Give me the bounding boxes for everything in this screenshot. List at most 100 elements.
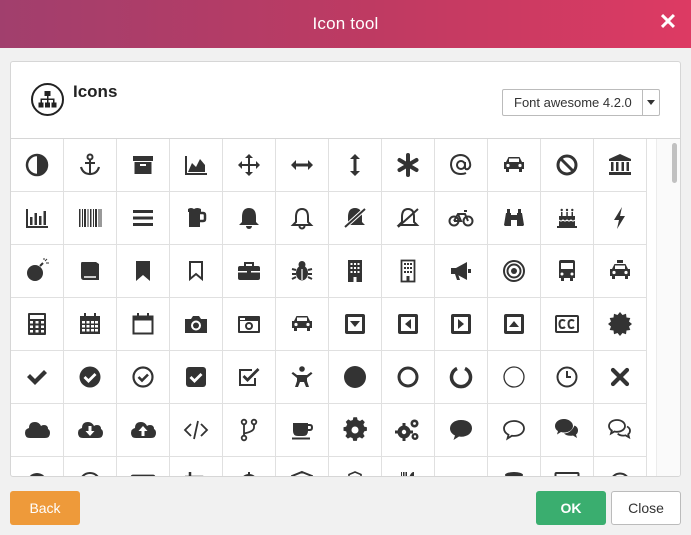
icon-cell-arrows-v[interactable] — [329, 139, 382, 192]
icon-cell-bell-o[interactable] — [276, 192, 329, 245]
close-button[interactable]: Close — [611, 491, 681, 525]
icon-cell-cubes[interactable] — [329, 457, 382, 476]
icon-cell-clock-o[interactable] — [541, 351, 594, 404]
check-square-icon — [183, 364, 209, 390]
icon-cell-certificate[interactable] — [594, 298, 647, 351]
icon-cell-check-square-o[interactable] — [223, 351, 276, 404]
book-icon — [77, 258, 103, 284]
icon-cell-close[interactable] — [594, 351, 647, 404]
ok-button[interactable]: OK — [536, 491, 606, 525]
icon-cell-bank[interactable] — [594, 139, 647, 192]
icon-cell-camera-retro[interactable] — [223, 298, 276, 351]
icon-cell-cube[interactable] — [276, 457, 329, 476]
icon-cell-code-fork[interactable] — [223, 404, 276, 457]
icon-cell-at[interactable] — [435, 139, 488, 192]
icon-cell-circle-o[interactable] — [382, 351, 435, 404]
icon-cell-bullseye[interactable] — [488, 245, 541, 298]
icon-cell-check-circle-o[interactable] — [117, 351, 170, 404]
icon-cell-bookmark-o[interactable] — [170, 245, 223, 298]
icon-cell-comment[interactable] — [435, 404, 488, 457]
icon-cell-code[interactable] — [170, 404, 223, 457]
icon-cell-briefcase[interactable] — [223, 245, 276, 298]
icon-cell-cloud[interactable] — [11, 404, 64, 457]
icon-cell-bell[interactable] — [223, 192, 276, 245]
icon-cell-comments-o[interactable] — [594, 404, 647, 457]
icon-cell-bell-slash[interactable] — [329, 192, 382, 245]
icon-cell-bullhorn[interactable] — [435, 245, 488, 298]
icon-cell-dot-circle[interactable] — [594, 457, 647, 476]
icon-cell-comment-o[interactable] — [488, 404, 541, 457]
icon-cell-compass[interactable] — [11, 457, 64, 476]
icon-cell-adjust[interactable] — [11, 139, 64, 192]
icon-cell-book[interactable] — [64, 245, 117, 298]
bell-icon — [236, 205, 262, 231]
icon-cell-calculator[interactable] — [11, 298, 64, 351]
circle-o-notch-icon — [448, 364, 474, 390]
icon-cell-bell-slash-o[interactable] — [382, 192, 435, 245]
icon-cell-comments[interactable] — [541, 404, 594, 457]
icon-cell-cloud-download[interactable] — [64, 404, 117, 457]
calendar-icon — [77, 311, 103, 337]
scrollbar-thumb[interactable] — [672, 143, 677, 183]
icon-cell-ban[interactable] — [541, 139, 594, 192]
icon-cell-archive[interactable] — [117, 139, 170, 192]
icon-cell-building-o[interactable] — [382, 245, 435, 298]
cubes-icon — [342, 470, 368, 476]
camera-icon — [183, 311, 209, 337]
icon-cell-car[interactable] — [488, 139, 541, 192]
icon-cell-cogs[interactable] — [382, 404, 435, 457]
icon-cell-camera[interactable] — [170, 298, 223, 351]
icon-cell-crop[interactable] — [170, 457, 223, 476]
icon-cell-barcode[interactable] — [64, 192, 117, 245]
icon-cell-bookmark[interactable] — [117, 245, 170, 298]
icon-cell-calendar[interactable] — [64, 298, 117, 351]
close-icon[interactable]: ✕ — [657, 11, 679, 33]
icon-cell-bars[interactable] — [117, 192, 170, 245]
icon-cell-asterisk[interactable] — [382, 139, 435, 192]
icon-cell-bolt[interactable] — [594, 192, 647, 245]
icon-cell-bar-chart[interactable] — [11, 192, 64, 245]
icon-cell-circle-thin[interactable] — [488, 351, 541, 404]
check-circle-o-icon — [130, 364, 156, 390]
icon-cell-arrows-h[interactable] — [276, 139, 329, 192]
chevron-down-icon[interactable] — [642, 90, 659, 115]
icon-cell-coffee[interactable] — [276, 404, 329, 457]
icon-cell-beer[interactable] — [170, 192, 223, 245]
icon-cell-birthday-cake[interactable] — [541, 192, 594, 245]
icon-cell-arrows[interactable] — [223, 139, 276, 192]
icon-cell-bicycle[interactable] — [435, 192, 488, 245]
icon-cell-binoculars[interactable] — [488, 192, 541, 245]
icon-cell-cutlery[interactable] — [382, 457, 435, 476]
icon-cell-car[interactable] — [276, 298, 329, 351]
icon-cell-area-chart[interactable] — [170, 139, 223, 192]
icon-cell-bug[interactable] — [276, 245, 329, 298]
icon-cell-crosshairs[interactable] — [223, 457, 276, 476]
icon-cell-cc[interactable] — [541, 298, 594, 351]
icon-cell-dashboard[interactable] — [435, 457, 488, 476]
icon-cell-calendar-o[interactable] — [117, 298, 170, 351]
icon-cell-caret-square-up[interactable] — [488, 298, 541, 351]
icon-cell-credit-card[interactable] — [117, 457, 170, 476]
scrollbar[interactable] — [656, 139, 680, 476]
icon-cell-anchor[interactable] — [64, 139, 117, 192]
icon-cell-child[interactable] — [276, 351, 329, 404]
icon-cell-building[interactable] — [329, 245, 382, 298]
icon-cell-circle[interactable] — [329, 351, 382, 404]
icon-cell-caret-square-left[interactable] — [382, 298, 435, 351]
icon-cell-caret-square-down[interactable] — [329, 298, 382, 351]
icon-cell-taxi[interactable] — [594, 245, 647, 298]
icon-cell-copyright[interactable] — [64, 457, 117, 476]
icon-cell-check-circle[interactable] — [64, 351, 117, 404]
icon-cell-cloud-upload[interactable] — [117, 404, 170, 457]
icon-cell-desktop[interactable] — [541, 457, 594, 476]
icon-cell-circle-o-notch[interactable] — [435, 351, 488, 404]
icon-cell-check-square[interactable] — [170, 351, 223, 404]
back-button[interactable]: Back — [10, 491, 80, 525]
icon-cell-bus[interactable] — [541, 245, 594, 298]
font-library-select[interactable]: Font awesome 4.2.0 — [502, 89, 660, 116]
icon-cell-caret-square-right[interactable] — [435, 298, 488, 351]
icon-cell-bomb[interactable] — [11, 245, 64, 298]
icon-cell-database[interactable] — [488, 457, 541, 476]
icon-cell-cog[interactable] — [329, 404, 382, 457]
icon-cell-check[interactable] — [11, 351, 64, 404]
